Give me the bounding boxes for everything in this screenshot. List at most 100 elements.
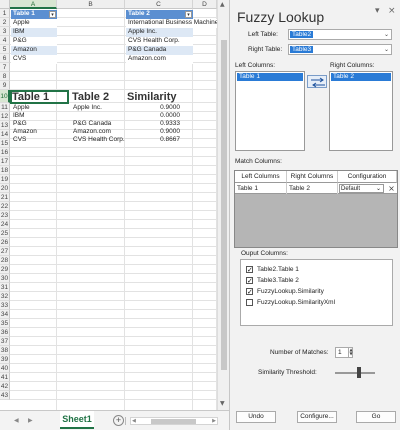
row-header[interactable]: 39	[0, 355, 10, 364]
scrollbar-thumb[interactable]	[221, 40, 227, 370]
row-header[interactable]: 24	[0, 220, 10, 229]
row-header[interactable]: 14	[0, 130, 10, 139]
row-header[interactable]: 3	[0, 27, 10, 36]
row-header[interactable]: 28	[0, 256, 10, 265]
row-header[interactable]: 15	[0, 139, 10, 148]
result-header-table2[interactable]: Table 2	[71, 91, 125, 104]
select-all-corner[interactable]	[0, 0, 10, 9]
scroll-left-icon[interactable]: ◀	[132, 418, 136, 425]
number-of-matches-spinner[interactable]: 1 ▲ ▼	[335, 347, 353, 358]
table2-header[interactable]: Table 2	[126, 10, 193, 19]
row-header[interactable]: 41	[0, 373, 10, 382]
result-cell[interactable]: CVS	[11, 136, 69, 144]
table1-cell[interactable]: Amazon	[11, 46, 57, 55]
row-header[interactable]: 30	[0, 274, 10, 283]
row-header[interactable]: 40	[0, 364, 10, 373]
filter-dropdown-icon[interactable]: ▾	[185, 11, 192, 18]
left-columns-list[interactable]: Table 1	[235, 71, 305, 151]
match-row[interactable]: Table 1 Table 2 Default ⌄ ×	[235, 183, 397, 194]
row-header[interactable]: 8	[0, 72, 10, 81]
row-header[interactable]: 42	[0, 382, 10, 391]
row-header[interactable]: 43	[0, 391, 10, 400]
scroll-right-icon[interactable]: ▶	[212, 418, 216, 425]
left-column-item[interactable]: Table 1	[237, 73, 303, 81]
row-header[interactable]: 17	[0, 157, 10, 166]
row-header[interactable]: 5	[0, 45, 10, 54]
row-header[interactable]: 6	[0, 54, 10, 63]
result-cell[interactable]: Amazon.com	[71, 128, 125, 136]
row-header[interactable]: 19	[0, 175, 10, 184]
table2-cell[interactable]: CVS Health Corp.	[126, 37, 193, 46]
undo-button[interactable]: Undo	[236, 411, 276, 423]
row-header[interactable]: 34	[0, 310, 10, 319]
match-left-column[interactable]: Table 1	[235, 183, 287, 194]
scroll-down-icon[interactable]: ▼	[220, 400, 225, 407]
sheet-tab-sheet1[interactable]: Sheet1	[60, 411, 94, 429]
next-sheet-icon[interactable]: ▶	[28, 417, 33, 424]
row-header[interactable]: 32	[0, 292, 10, 301]
table2-cell[interactable]: P&G Canada	[126, 46, 193, 55]
row-header[interactable]: 37	[0, 337, 10, 346]
row-header[interactable]: 35	[0, 319, 10, 328]
result-cell[interactable]: Apple Inc.	[71, 104, 125, 112]
add-sheet-icon[interactable]: +	[113, 415, 124, 426]
row-header[interactable]: 20	[0, 184, 10, 193]
row-header[interactable]: 12	[0, 112, 10, 121]
spinner-arrows-icon[interactable]: ▲ ▼	[348, 348, 353, 357]
result-cell[interactable]: Apple	[11, 104, 69, 112]
table2-cell[interactable]: International Business Machines	[126, 19, 217, 28]
row-header[interactable]: 36	[0, 328, 10, 337]
go-button[interactable]: Go	[356, 411, 396, 423]
scroll-up-icon[interactable]: ▲	[220, 1, 225, 8]
close-icon[interactable]: ×	[388, 6, 396, 16]
row-header[interactable]: 16	[0, 148, 10, 157]
similarity-threshold-thumb[interactable]	[357, 367, 361, 378]
right-columns-list[interactable]: Table 2	[329, 71, 393, 151]
result-cell[interactable]: IBM	[11, 112, 69, 120]
similarity-threshold-track[interactable]	[335, 372, 375, 374]
result-cell[interactable]: Amazon	[11, 128, 69, 136]
result-cell[interactable]	[71, 112, 125, 120]
join-columns-button[interactable]	[307, 75, 327, 88]
match-right-column[interactable]: Table 2	[287, 183, 338, 194]
row-header[interactable]: 11	[0, 103, 10, 112]
remove-match-icon[interactable]: ×	[386, 183, 397, 194]
row-header[interactable]: 26	[0, 238, 10, 247]
checkbox-unchecked-icon[interactable]	[246, 299, 253, 306]
row-header[interactable]: 22	[0, 202, 10, 211]
table1-cell[interactable]: Apple	[11, 19, 57, 28]
checkbox-checked-icon[interactable]: ✓	[246, 266, 253, 274]
column-header-c[interactable]: C	[125, 0, 193, 9]
configuration-select[interactable]: Default ⌄	[339, 184, 384, 193]
filter-dropdown-icon[interactable]: ▾	[49, 11, 56, 18]
result-cell[interactable]: 0.8667	[126, 136, 183, 144]
table2-cell[interactable]: Apple Inc.	[126, 28, 193, 37]
result-cell[interactable]: 0.9333	[126, 120, 183, 128]
column-header-d[interactable]: D	[193, 0, 217, 9]
row-header[interactable]: 1	[0, 9, 10, 18]
checkbox-checked-icon[interactable]: ✓	[246, 277, 253, 285]
row-header[interactable]: 29	[0, 265, 10, 274]
result-cell[interactable]: P&G	[11, 120, 69, 128]
row-header[interactable]: 27	[0, 247, 10, 256]
table1-cell[interactable]: CVS	[11, 55, 57, 64]
row-header[interactable]: 25	[0, 229, 10, 238]
row-header[interactable]: 4	[0, 36, 10, 45]
left-table-combo[interactable]: Table2 ⌄	[288, 29, 392, 40]
column-header-b[interactable]: B	[57, 0, 125, 9]
row-header[interactable]: 31	[0, 283, 10, 292]
result-cell[interactable]: 0.9000	[126, 104, 183, 112]
row-header[interactable]: 38	[0, 346, 10, 355]
result-cell[interactable]: P&G Canada	[71, 120, 125, 128]
row-header[interactable]: 33	[0, 301, 10, 310]
checkbox-checked-icon[interactable]: ✓	[246, 288, 253, 296]
right-column-item[interactable]: Table 2	[331, 73, 391, 81]
configure-button[interactable]: Configure...	[297, 411, 337, 423]
scrollbar-thumb[interactable]	[151, 419, 196, 424]
result-cell[interactable]: 0.9000	[126, 128, 183, 136]
row-header[interactable]: 2	[0, 18, 10, 27]
vertical-scrollbar[interactable]: ▲ ▼	[217, 0, 229, 410]
table1-cell[interactable]: P&G	[11, 37, 57, 46]
row-header[interactable]: 23	[0, 211, 10, 220]
result-cell[interactable]: 0.0000	[126, 112, 183, 120]
